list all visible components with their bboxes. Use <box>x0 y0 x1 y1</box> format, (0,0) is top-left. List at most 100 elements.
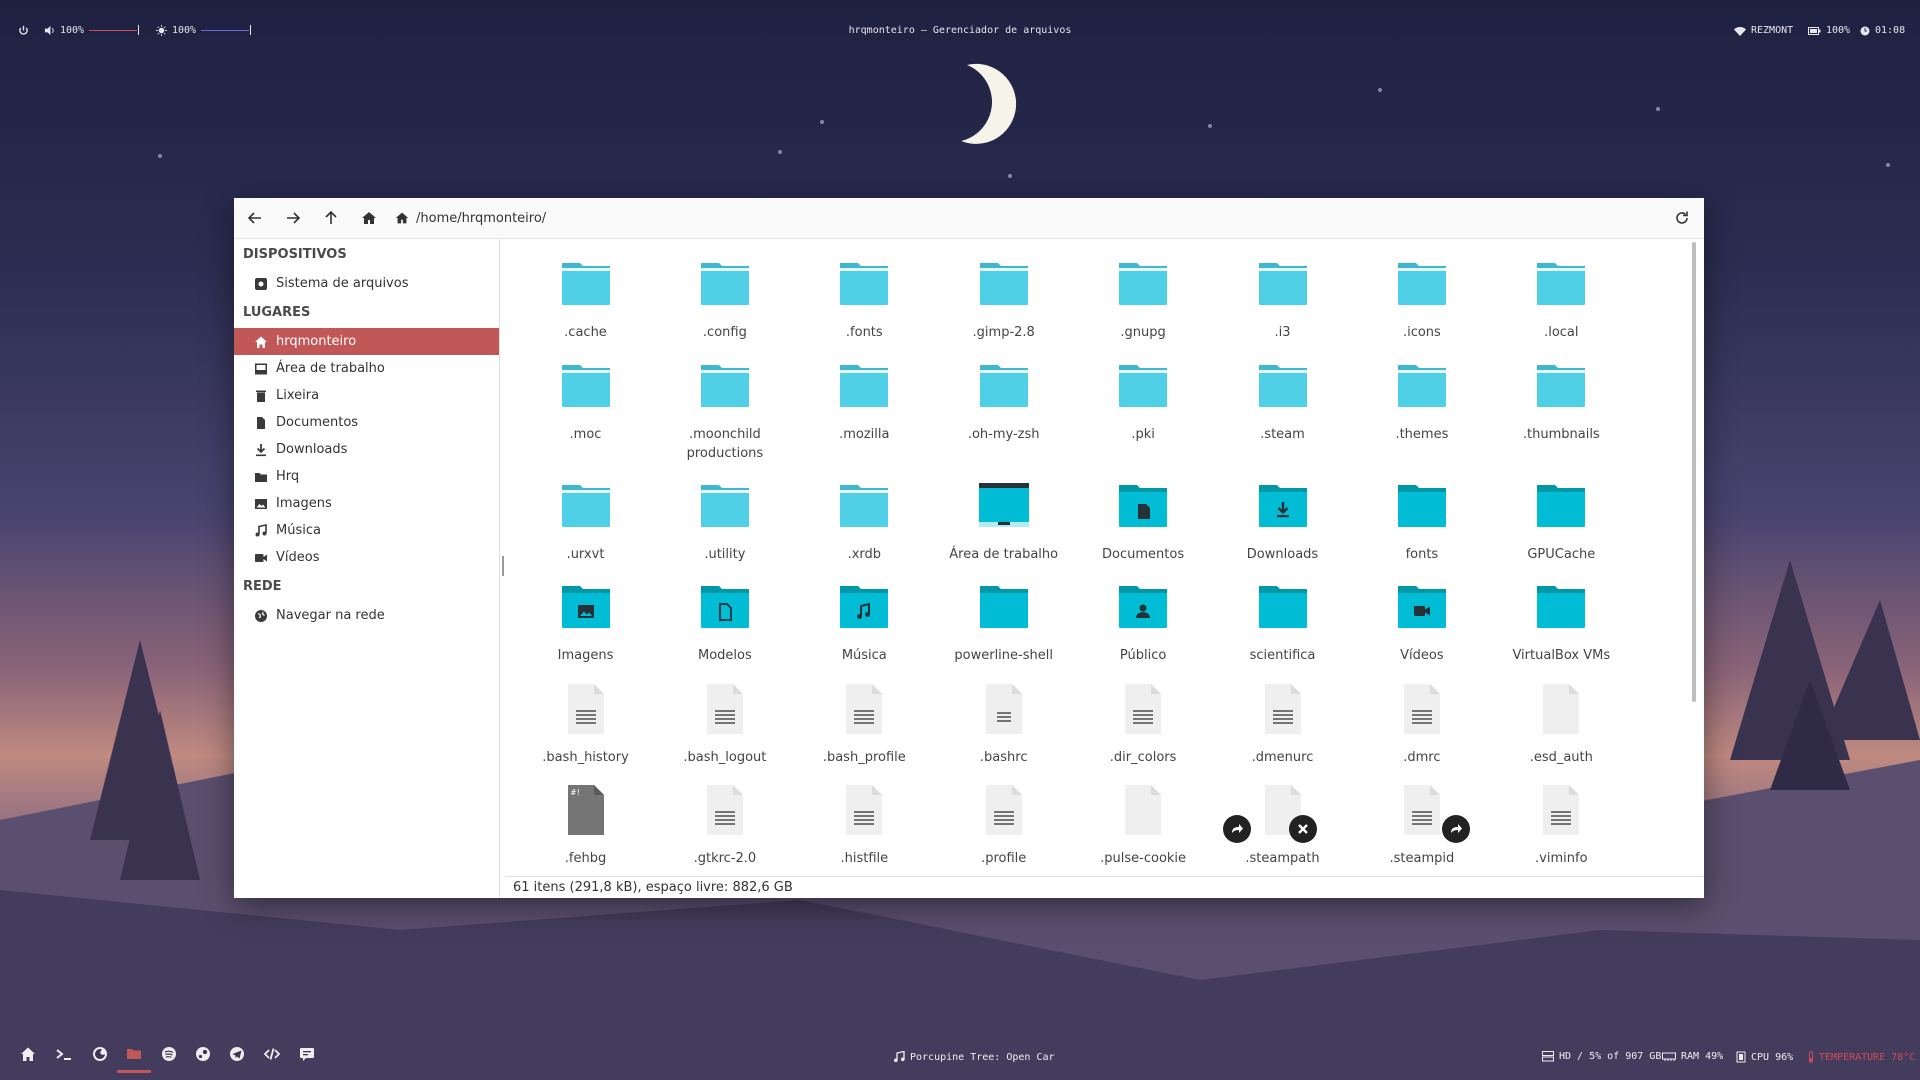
launcher-home[interactable] <box>15 1043 41 1065</box>
launcher-terminal[interactable] <box>51 1043 77 1065</box>
folder-item[interactable]: .utility <box>655 471 794 564</box>
location-bar[interactable]: /home/hrqmonteiro/ <box>394 204 1694 232</box>
folder-item[interactable]: fonts <box>1352 471 1491 564</box>
folder-item[interactable]: .urxvt <box>516 471 655 564</box>
folder-item[interactable]: Modelos <box>655 572 794 665</box>
folder-icon <box>516 351 655 415</box>
launcher-telegram[interactable] <box>224 1043 250 1065</box>
file-name: .viminfo <box>1535 851 1588 866</box>
sidebar-item-hrqmonteiro[interactable]: hrqmonteiro <box>234 328 499 355</box>
folder-item[interactable]: Downloads <box>1213 471 1352 564</box>
sidebar-item-vídeos[interactable]: Vídeos <box>234 544 499 571</box>
scrollbar[interactable] <box>1692 242 1696 702</box>
file-name: Vídeos <box>1400 648 1444 663</box>
folder-item[interactable]: .xrdb <box>795 471 934 564</box>
sidebar-item-downloads[interactable]: Downloads <box>234 436 499 463</box>
folder-item[interactable]: .i3 <box>1213 249 1352 342</box>
file-item[interactable]: .bash_history <box>516 674 655 767</box>
now-playing[interactable]: Porcupine Tree: Open Car <box>893 1051 1055 1063</box>
folder-icon <box>655 572 794 636</box>
firefox-icon <box>92 1046 108 1062</box>
home-button[interactable] <box>354 204 384 232</box>
disk-icon <box>1542 1051 1554 1062</box>
file-item[interactable]: .bash_profile <box>795 674 934 767</box>
folder-item[interactable]: VirtualBox VMs <box>1492 572 1631 665</box>
file-item[interactable]: #! .fehbg <box>516 775 655 868</box>
sidebar-item-documentos[interactable]: Documentos <box>234 409 499 436</box>
folder-item[interactable]: GPUCache <box>1492 471 1631 564</box>
folder-item[interactable]: .themes <box>1352 351 1491 444</box>
wifi-status[interactable]: REZMONT <box>1734 25 1793 36</box>
folder-item[interactable]: Área de trabalho <box>934 471 1073 564</box>
folder-item[interactable]: .thumbnails <box>1492 351 1631 444</box>
sidebar-item-área-de-trabalho[interactable]: Área de trabalho <box>234 355 499 382</box>
sidebar-item-imagens[interactable]: Imagens <box>234 490 499 517</box>
file-item[interactable]: .pulse-cookie <box>1074 775 1213 868</box>
sidebar-item-hrq[interactable]: Hrq <box>234 463 499 490</box>
file-item[interactable]: .profile <box>934 775 1073 868</box>
folder-icon <box>1492 471 1631 535</box>
sidebar-item-música[interactable]: Música <box>234 517 499 544</box>
folder-item[interactable]: .mozilla <box>795 351 934 444</box>
file-name: .profile <box>981 851 1027 866</box>
file-item[interactable]: .viminfo <box>1492 775 1631 868</box>
folder-item[interactable]: scientifica <box>1213 572 1352 665</box>
folder-item[interactable]: .fonts <box>795 249 934 342</box>
file-item[interactable]: .steampath <box>1213 775 1352 868</box>
file-item[interactable]: .gtkrc-2.0 <box>655 775 794 868</box>
file-item[interactable]: .esd_auth <box>1492 674 1631 767</box>
up-button[interactable] <box>316 204 346 232</box>
sidebar-item-navegar-na-rede[interactable]: Navegar na rede <box>234 602 499 629</box>
text-file-icon <box>934 674 1073 738</box>
sidebar-item-lixeira[interactable]: Lixeira <box>234 382 499 409</box>
file-item[interactable]: .steampid <box>1352 775 1491 868</box>
reload-button[interactable] <box>1668 204 1696 232</box>
sidebar-resize-handle[interactable] <box>502 556 504 576</box>
launcher-steam[interactable] <box>190 1043 216 1065</box>
folder-icon <box>795 351 934 415</box>
folder-item[interactable]: Imagens <box>516 572 655 665</box>
file-item[interactable]: .dir_colors <box>1074 674 1213 767</box>
folder-item[interactable]: .moc <box>516 351 655 444</box>
folder-item[interactable]: .gnupg <box>1074 249 1213 342</box>
folder-item[interactable]: powerline-shell <box>934 572 1073 665</box>
folder-item[interactable]: .pki <box>1074 351 1213 444</box>
clock[interactable]: 01:08 <box>1860 25 1905 36</box>
launcher-code[interactable] <box>259 1043 285 1065</box>
file-item[interactable]: .dmenurc <box>1213 674 1352 767</box>
file-name: .fehbg <box>564 851 607 866</box>
folder-item[interactable]: Público <box>1074 572 1213 665</box>
folder-item[interactable]: Documentos <box>1074 471 1213 564</box>
launcher-firefox[interactable] <box>87 1043 113 1065</box>
file-item[interactable]: .dmrc <box>1352 674 1491 767</box>
folder-item[interactable]: .local <box>1492 249 1631 342</box>
folder-item[interactable]: .steam <box>1213 351 1352 444</box>
home-icon <box>20 1046 36 1062</box>
folder-icon <box>934 249 1073 313</box>
cpu-icon <box>1736 1051 1746 1063</box>
folder-item[interactable]: .gimp-2.8 <box>934 249 1073 342</box>
forward-button[interactable] <box>278 204 308 232</box>
file-item[interactable]: .histfile <box>795 775 934 868</box>
file-name: .dmenurc <box>1251 750 1314 765</box>
folder-item[interactable]: .oh-my-zsh <box>934 351 1073 444</box>
folder-item[interactable]: .config <box>655 249 794 342</box>
music-icon <box>894 1051 905 1063</box>
folder-icon <box>1352 572 1491 636</box>
back-button[interactable] <box>240 204 270 232</box>
arrow-up-icon <box>325 210 337 224</box>
launcher-chat[interactable] <box>294 1043 320 1065</box>
launcher-spotify[interactable] <box>156 1043 182 1065</box>
folder-item[interactable]: .cache <box>516 249 655 342</box>
broken-link-emblem-icon <box>1289 815 1317 843</box>
file-item[interactable]: .bashrc <box>934 674 1073 767</box>
music-icon <box>254 523 268 538</box>
file-item[interactable]: .bash_logout <box>655 674 794 767</box>
folder-item[interactable]: .icons <box>1352 249 1491 342</box>
sidebar-item-sistema-de-arquivos[interactable]: Sistema de arquivos <box>234 270 499 297</box>
folder-item[interactable]: .moonchild productions <box>655 351 794 463</box>
launcher-folder[interactable] <box>117 1043 151 1073</box>
folder-item[interactable]: Música <box>795 572 934 665</box>
sidebar-item-label: Música <box>276 523 321 538</box>
folder-item[interactable]: Vídeos <box>1352 572 1491 665</box>
